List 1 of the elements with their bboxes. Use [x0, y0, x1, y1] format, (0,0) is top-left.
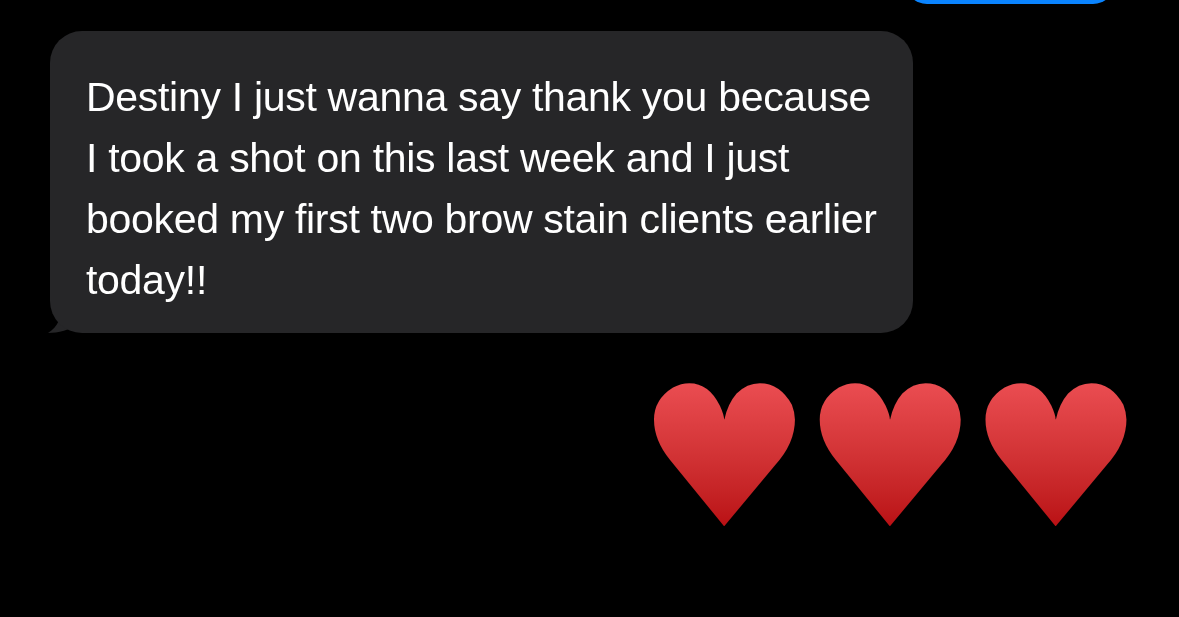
message-text: Destiny I just wanna say thank you because I took a shot on this last week and I just booked my first two brow stain clients earlier today!!: [86, 73, 878, 305]
